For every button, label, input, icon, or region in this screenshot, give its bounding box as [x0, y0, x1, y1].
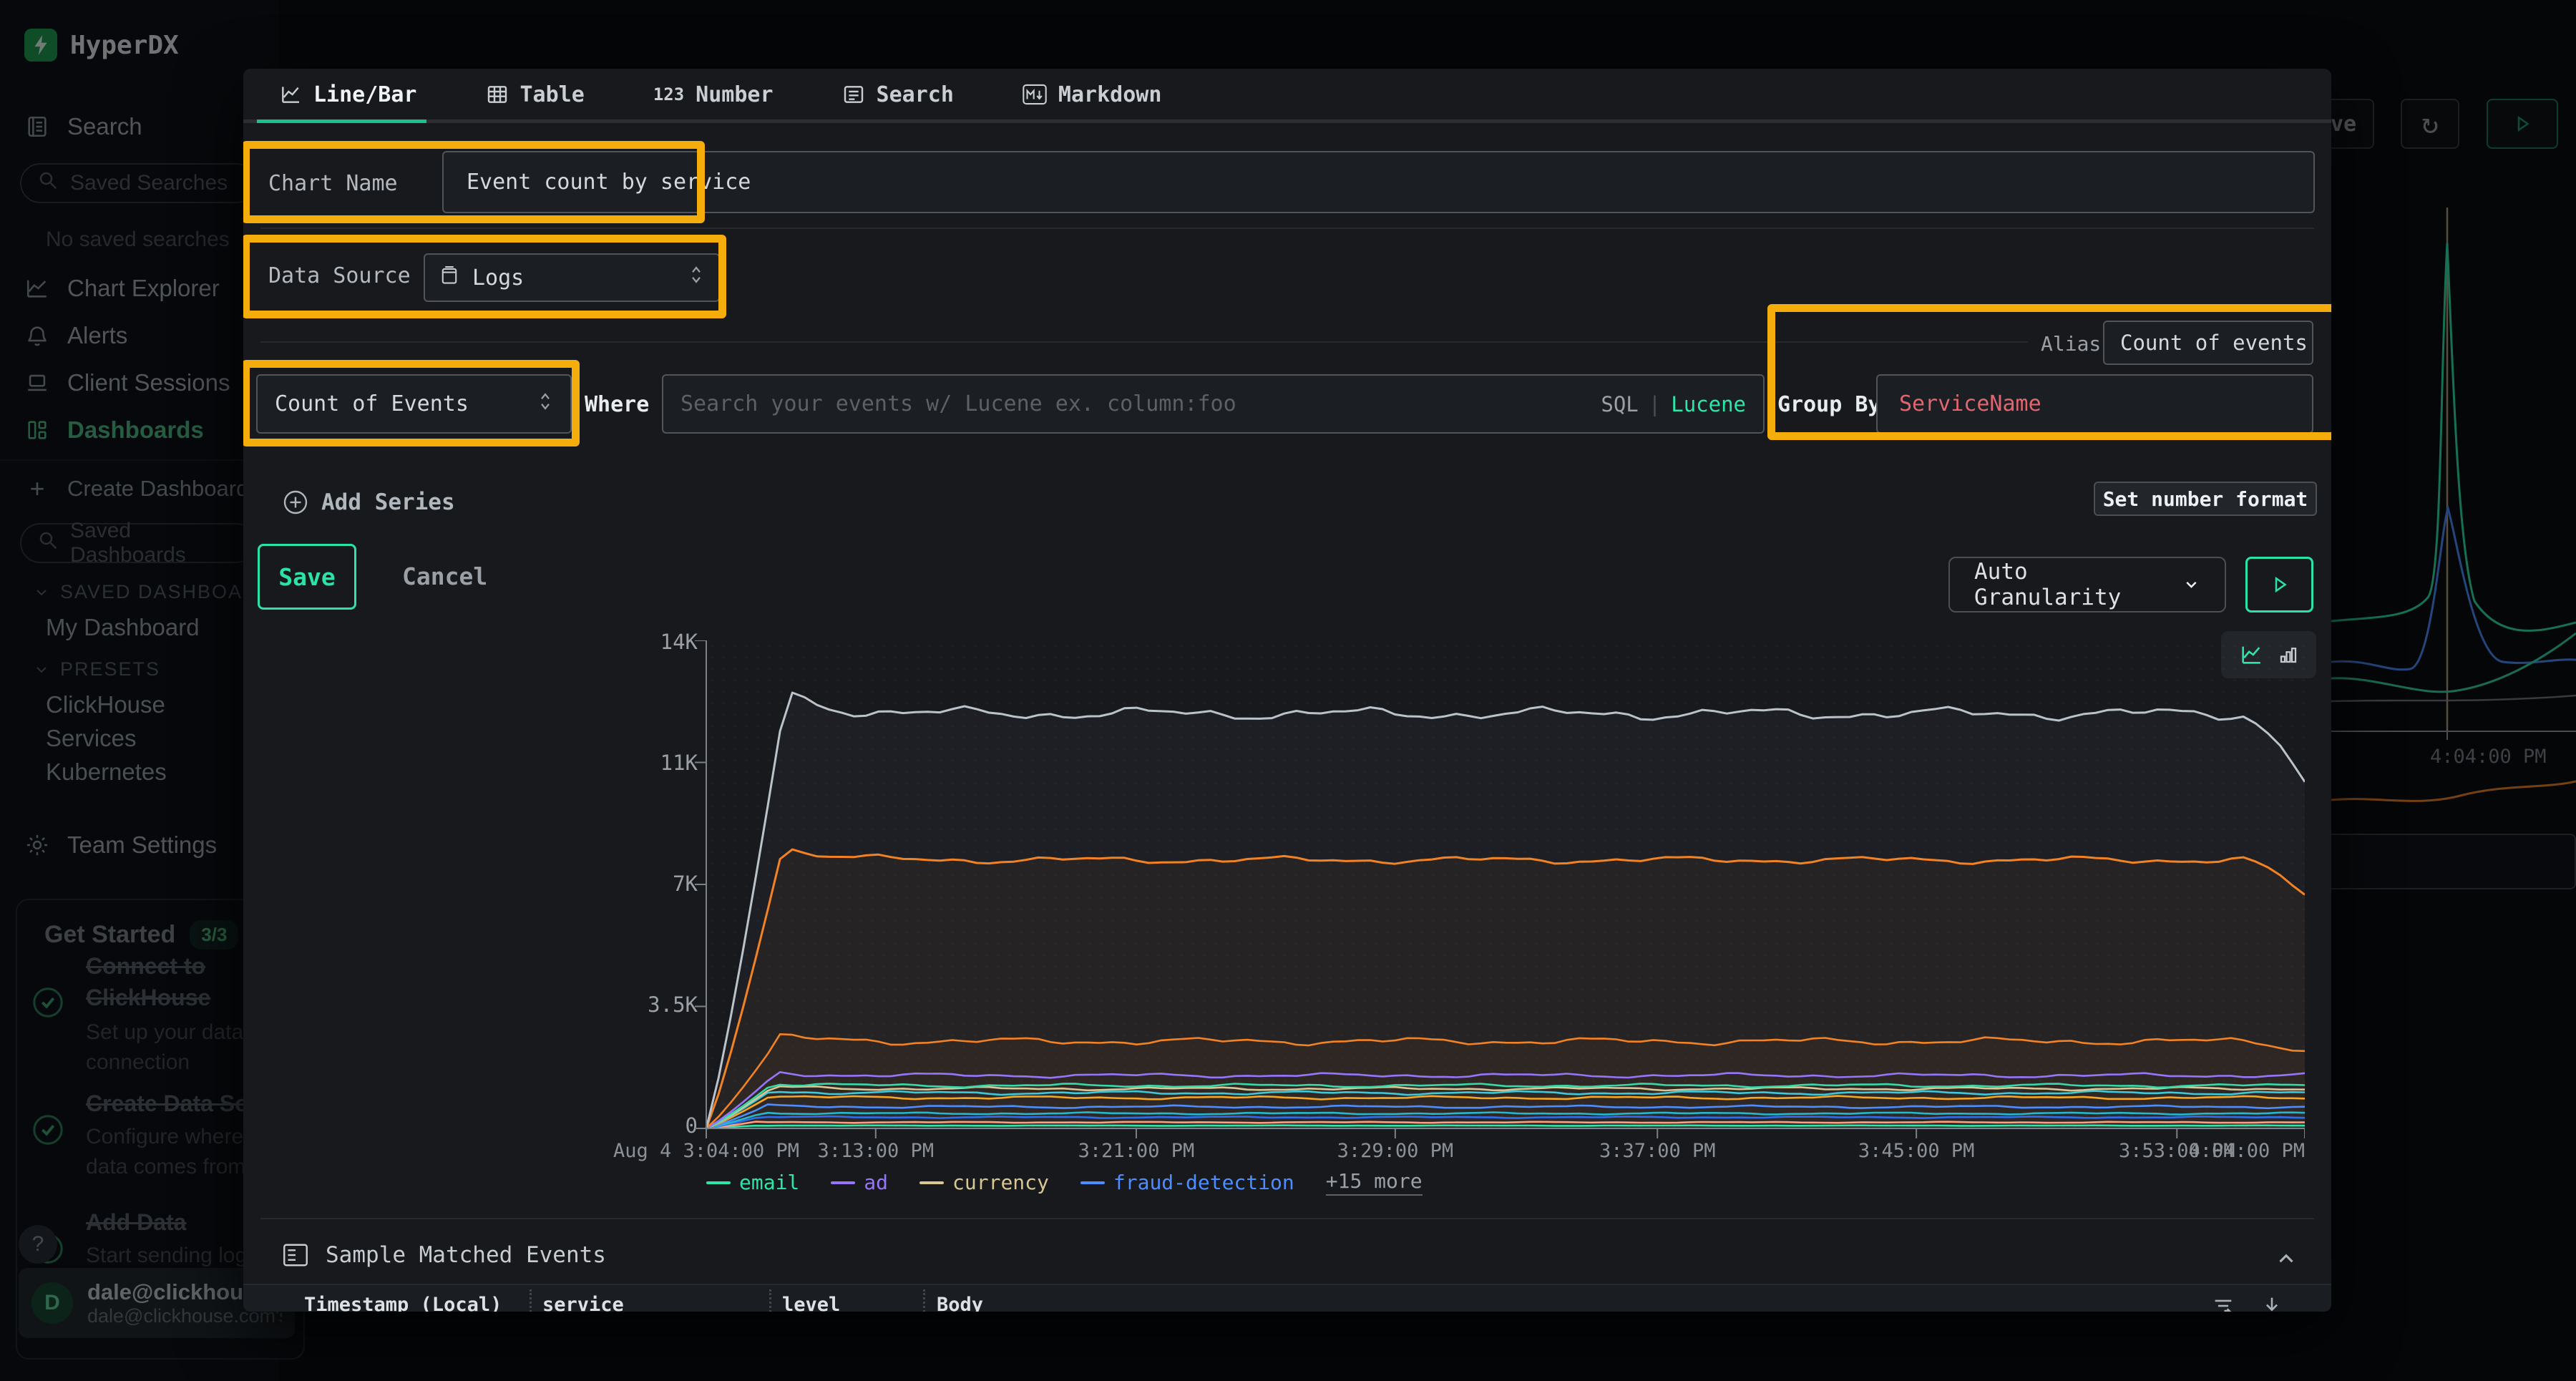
- x-axis-tick-label: 3:29:00 PM: [1337, 1140, 1454, 1162]
- run-query-button[interactable]: [2245, 557, 2313, 613]
- chart-legend: email ad currency fraud-detection +15 more: [706, 1169, 1423, 1196]
- timeseries-chart[interactable]: [695, 640, 2305, 1150]
- save-button[interactable]: Save: [258, 544, 356, 610]
- data-source-select[interactable]: Logs: [424, 253, 720, 302]
- tab-markdown[interactable]: Markdown: [1014, 82, 1171, 107]
- tab-table[interactable]: Table: [477, 82, 593, 107]
- column-separator[interactable]: [923, 1289, 925, 1312]
- column-separator[interactable]: [769, 1289, 771, 1312]
- download-icon[interactable]: [2260, 1294, 2284, 1312]
- list-icon: [842, 83, 865, 106]
- column-header-service[interactable]: service: [542, 1294, 624, 1312]
- filter-icon[interactable]: [2211, 1294, 2235, 1312]
- group-by-label: Group By: [1777, 392, 1881, 417]
- table-icon: [486, 83, 509, 106]
- database-icon: [439, 264, 459, 291]
- column-separator[interactable]: [530, 1289, 532, 1312]
- line-chart-icon: [279, 83, 302, 106]
- chart-name-label: Chart Name: [268, 171, 398, 196]
- select-updown-icon: [688, 264, 704, 291]
- tab-number[interactable]: 123 Number: [645, 82, 782, 107]
- x-axis-labels: Aug 4 3:04:00 PM3:13:00 PM3:21:00 PM3:29…: [706, 1140, 2305, 1164]
- tab-search[interactable]: Search: [834, 82, 962, 107]
- x-axis-tick-label: 3:13:00 PM: [818, 1140, 935, 1162]
- lucene-mode-toggle[interactable]: Lucene: [1671, 392, 1746, 416]
- app-window: HyperDX Search Saved Searches No saved s…: [0, 0, 2576, 1381]
- y-axis-labels: 14K 11K 7K 3.5K 0: [623, 630, 698, 1138]
- alias-input[interactable]: Count of events: [2103, 321, 2313, 365]
- sample-matched-events-header[interactable]: Sample Matched Events: [283, 1242, 606, 1268]
- chart-name-input[interactable]: Event count by service: [442, 151, 2315, 213]
- legend-item[interactable]: +15 more: [1326, 1169, 1423, 1196]
- data-source-label: Data Source: [268, 263, 411, 288]
- divider: [260, 1218, 2314, 1219]
- select-updown-icon: [537, 391, 553, 418]
- markdown-icon: [1023, 84, 1047, 105]
- list-icon: [283, 1243, 308, 1267]
- where-placeholder: Search your events w/ Lucene ex. column:…: [680, 391, 1236, 416]
- granularity-select[interactable]: Auto Granularity: [1948, 557, 2226, 613]
- series-divider: [260, 341, 2028, 343]
- number-123-icon: 123: [653, 84, 684, 104]
- set-number-format-button[interactable]: Set number format: [2094, 482, 2317, 516]
- alias-label: Alias: [2041, 332, 2101, 356]
- legend-item[interactable]: fraud-detection: [1080, 1169, 1294, 1196]
- events-table-header: Timestamp (Local) service level Body: [243, 1284, 2331, 1312]
- column-header-level[interactable]: level: [782, 1294, 840, 1312]
- chart-type-tabs: Line/Bar Table 123 Number Search: [270, 69, 1170, 120]
- legend-item[interactable]: currency: [919, 1169, 1049, 1196]
- where-label: Where: [585, 392, 649, 417]
- add-series-button[interactable]: Add Series: [283, 489, 455, 515]
- x-axis-tick-label: 3:45:00 PM: [1858, 1140, 1975, 1162]
- edit-chart-modal: Line/Bar Table 123 Number Search: [243, 69, 2331, 1312]
- sql-mode-toggle[interactable]: SQL: [1601, 392, 1638, 416]
- column-header-body[interactable]: Body: [937, 1294, 983, 1312]
- aggregation-select[interactable]: Count of Events: [256, 374, 572, 434]
- divider: [260, 228, 2314, 229]
- column-header-timestamp[interactable]: Timestamp (Local): [304, 1294, 502, 1312]
- x-axis-tick-label: 4:04:00 PM: [2188, 1140, 2305, 1162]
- legend-item[interactable]: email: [706, 1169, 799, 1196]
- x-axis-tick-label: Aug 4 3:04:00 PM: [613, 1140, 799, 1162]
- circled-plus-icon: [283, 489, 308, 515]
- chevron-down-icon: [2182, 575, 2200, 595]
- legend-item[interactable]: ad: [831, 1169, 888, 1196]
- x-axis-tick-label: 3:21:00 PM: [1078, 1140, 1195, 1162]
- cancel-button[interactable]: Cancel: [402, 562, 487, 590]
- chevron-up-icon: [2274, 1246, 2298, 1271]
- tab-line-bar[interactable]: Line/Bar: [270, 82, 426, 107]
- group-by-input[interactable]: ServiceName: [1876, 374, 2313, 434]
- collapse-section-button[interactable]: [2274, 1246, 2298, 1274]
- play-icon: [2269, 574, 2290, 595]
- x-axis-tick-label: 3:37:00 PM: [1599, 1140, 1716, 1162]
- where-search-input[interactable]: Search your events w/ Lucene ex. column:…: [662, 374, 1765, 434]
